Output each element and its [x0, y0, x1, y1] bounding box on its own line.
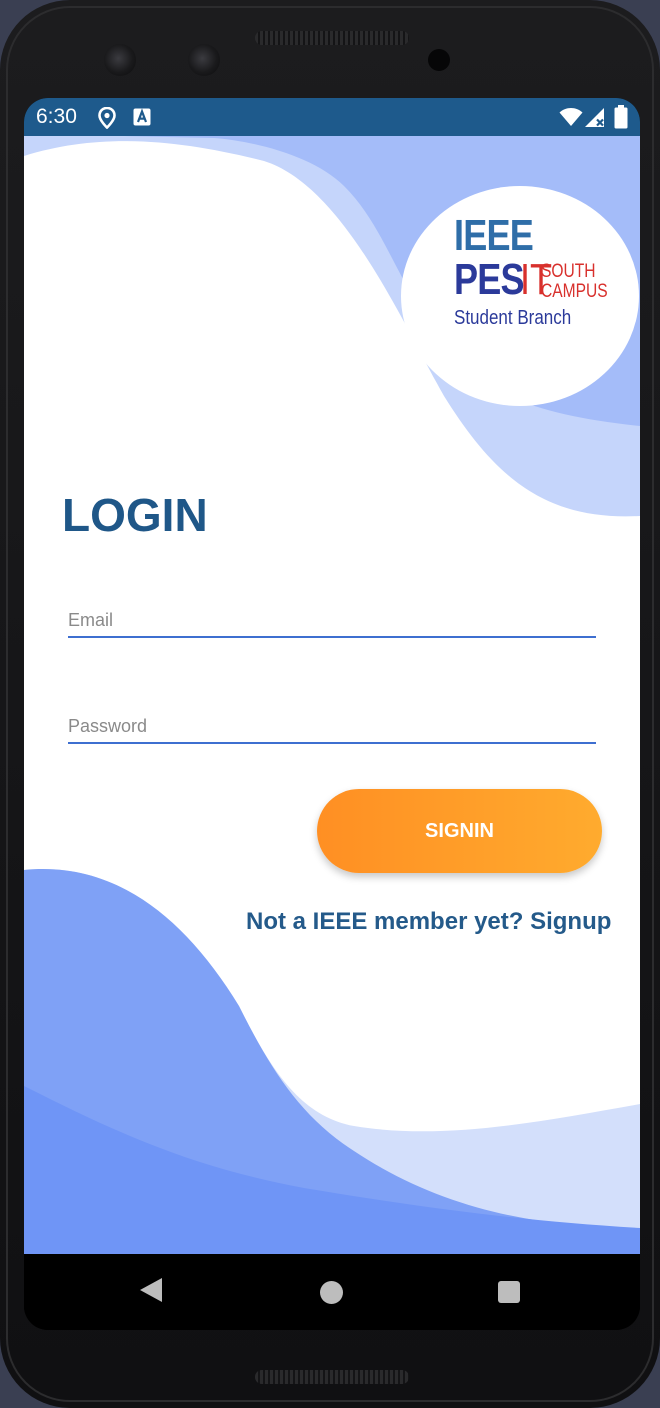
- bottom-speaker: [255, 1370, 409, 1384]
- nav-bar: [24, 1254, 640, 1330]
- signin-button[interactable]: SIGNIN: [317, 789, 602, 873]
- signup-link[interactable]: Not a IEEE member yet? Signup: [246, 908, 611, 936]
- battery-icon: [614, 105, 628, 129]
- login-screen: IEEE PES IT SOUTH CAMPUS Student Branch …: [24, 136, 640, 1254]
- password-field[interactable]: [68, 714, 596, 738]
- location-icon: [98, 107, 116, 129]
- cell-signal-icon: [585, 108, 604, 127]
- screen: 6:30 IEEE PES IT SOUTH CAMPUS Student Br…: [24, 98, 640, 1330]
- front-camera-right: [188, 44, 220, 76]
- email-field[interactable]: [68, 608, 596, 632]
- wifi-icon: [559, 108, 583, 126]
- logo-campus-text: CAMPUS: [541, 281, 608, 302]
- page-title: LOGIN: [62, 489, 208, 541]
- logo-ieee-text: IEEE: [454, 211, 534, 260]
- logo-south-text: SOUTH: [541, 261, 596, 282]
- home-icon[interactable]: [320, 1281, 343, 1304]
- status-bar: 6:30: [24, 98, 640, 136]
- back-icon[interactable]: [140, 1278, 162, 1302]
- password-field-container: [68, 714, 596, 744]
- status-time: 6:30: [36, 105, 77, 128]
- recents-icon[interactable]: [498, 1281, 520, 1303]
- earpiece-speaker: [255, 31, 409, 45]
- phone-frame: 6:30 IEEE PES IT SOUTH CAMPUS Student Br…: [0, 0, 660, 1408]
- logo-pes-text: PES: [454, 255, 525, 304]
- front-camera-left: [104, 44, 136, 76]
- accessibility-a-icon: [133, 108, 151, 126]
- email-field-container: [68, 608, 596, 638]
- ieee-pesit-logo: IEEE PES IT SOUTH CAMPUS Student Branch: [401, 186, 639, 406]
- proximity-sensor: [428, 49, 450, 71]
- logo-branch-text: Student Branch: [454, 307, 572, 329]
